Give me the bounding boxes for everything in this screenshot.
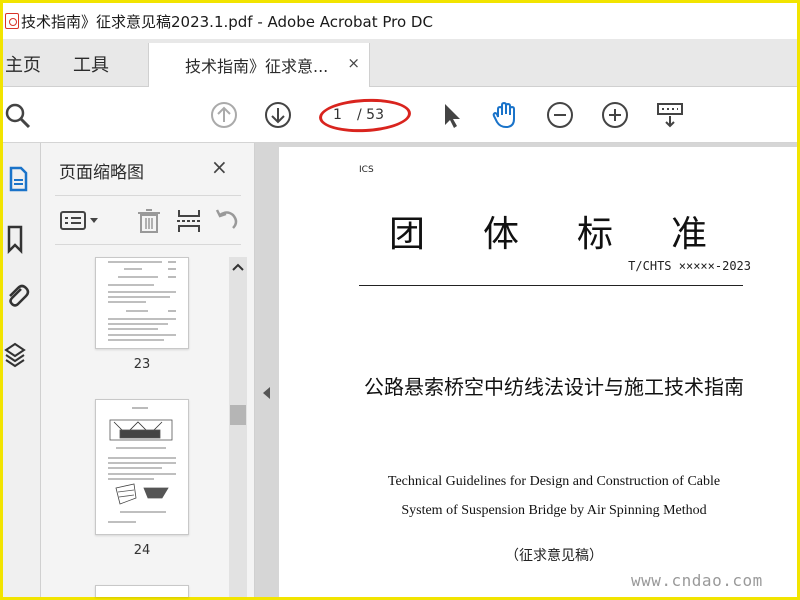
left-rail [3,143,41,597]
scroll-thumb[interactable] [230,405,246,425]
thumbnail-page-23[interactable] [95,257,189,349]
select-cursor-icon[interactable] [435,99,467,131]
english-title-line: System of Suspension Bridge by Air Spinn… [401,503,707,518]
tab-bar: 主页 工具 技术指南》征求意... × [3,39,797,87]
attachment-icon[interactable] [3,279,33,311]
page-down-icon[interactable] [262,99,294,131]
layers-icon[interactable] [3,339,33,371]
close-tab-icon[interactable]: × [347,54,360,72]
header-rule [359,285,743,286]
zoom-in-icon[interactable] [599,99,631,131]
page-preview [108,407,176,523]
close-panel-icon[interactable]: × [211,155,228,179]
document-viewer[interactable]: ICS 团体标准 T/CHTS ×××××-2023 公路悬索桥空中纺线法设计与… [255,143,797,597]
title-bar: 技术指南》征求意见稿2023.1.pdf - Adobe Acrobat Pro… [3,3,797,39]
draft-label: （征求意见稿） [505,548,603,564]
bookmark-icon[interactable] [3,223,33,255]
standard-number: T/CHTS ×××××-2023 [628,259,751,273]
thumbnail-label: 24 [133,543,151,558]
options-menu-icon[interactable] [59,208,103,234]
tab-document-label: 技术指南》征求意... [185,57,329,76]
page-thumbnails-icon[interactable] [3,163,33,195]
acrobat-app-icon [5,13,19,29]
zoom-out-icon[interactable] [544,99,576,131]
tab-document[interactable]: 技术指南》征求意... × [148,43,370,87]
tab-tools[interactable]: 工具 [73,51,109,77]
search-icon[interactable] [3,99,35,131]
thumbnail-label: 23 [133,357,151,372]
english-title-line: Technical Guidelines for Design and Cons… [387,474,721,489]
watermark: www.cndao.com [631,571,763,590]
split-pages-icon[interactable] [175,208,203,234]
standard-category-title: 团体标准 [389,214,766,255]
thumbnail-page-25[interactable] [95,585,189,597]
trash-icon[interactable] [135,208,163,234]
page-up-icon[interactable] [208,99,240,131]
main-toolbar: 1 / 53 [3,87,797,143]
page-preview [108,261,176,341]
collapse-panel-icon[interactable] [263,387,270,399]
chinese-title: 公路悬索桥空中纺线法设计与施工技术指南 [364,375,744,399]
thumbnail-page-24[interactable] [95,399,189,535]
window-title: 技术指南》征求意见稿2023.1.pdf - Adobe Acrobat Pro… [21,12,433,31]
ics-label: ICS [359,165,374,175]
hand-tool-icon[interactable] [489,99,521,131]
english-title: Technical Guidelines for Design and Cons… [339,467,769,525]
thumbnail-panel: 页面缩略图 × 23 24 [41,143,255,597]
undo-icon[interactable] [213,208,241,234]
panel-toolbar [55,195,241,245]
keyboard-icon[interactable] [654,99,686,131]
scroll-up-icon[interactable] [229,259,247,275]
pdf-page: ICS 团体标准 T/CHTS ×××××-2023 公路悬索桥空中纺线法设计与… [279,147,797,597]
thumbnail-scrollbar[interactable] [229,257,247,597]
tab-home[interactable]: 主页 [5,51,41,77]
panel-title: 页面缩略图 [59,163,144,183]
